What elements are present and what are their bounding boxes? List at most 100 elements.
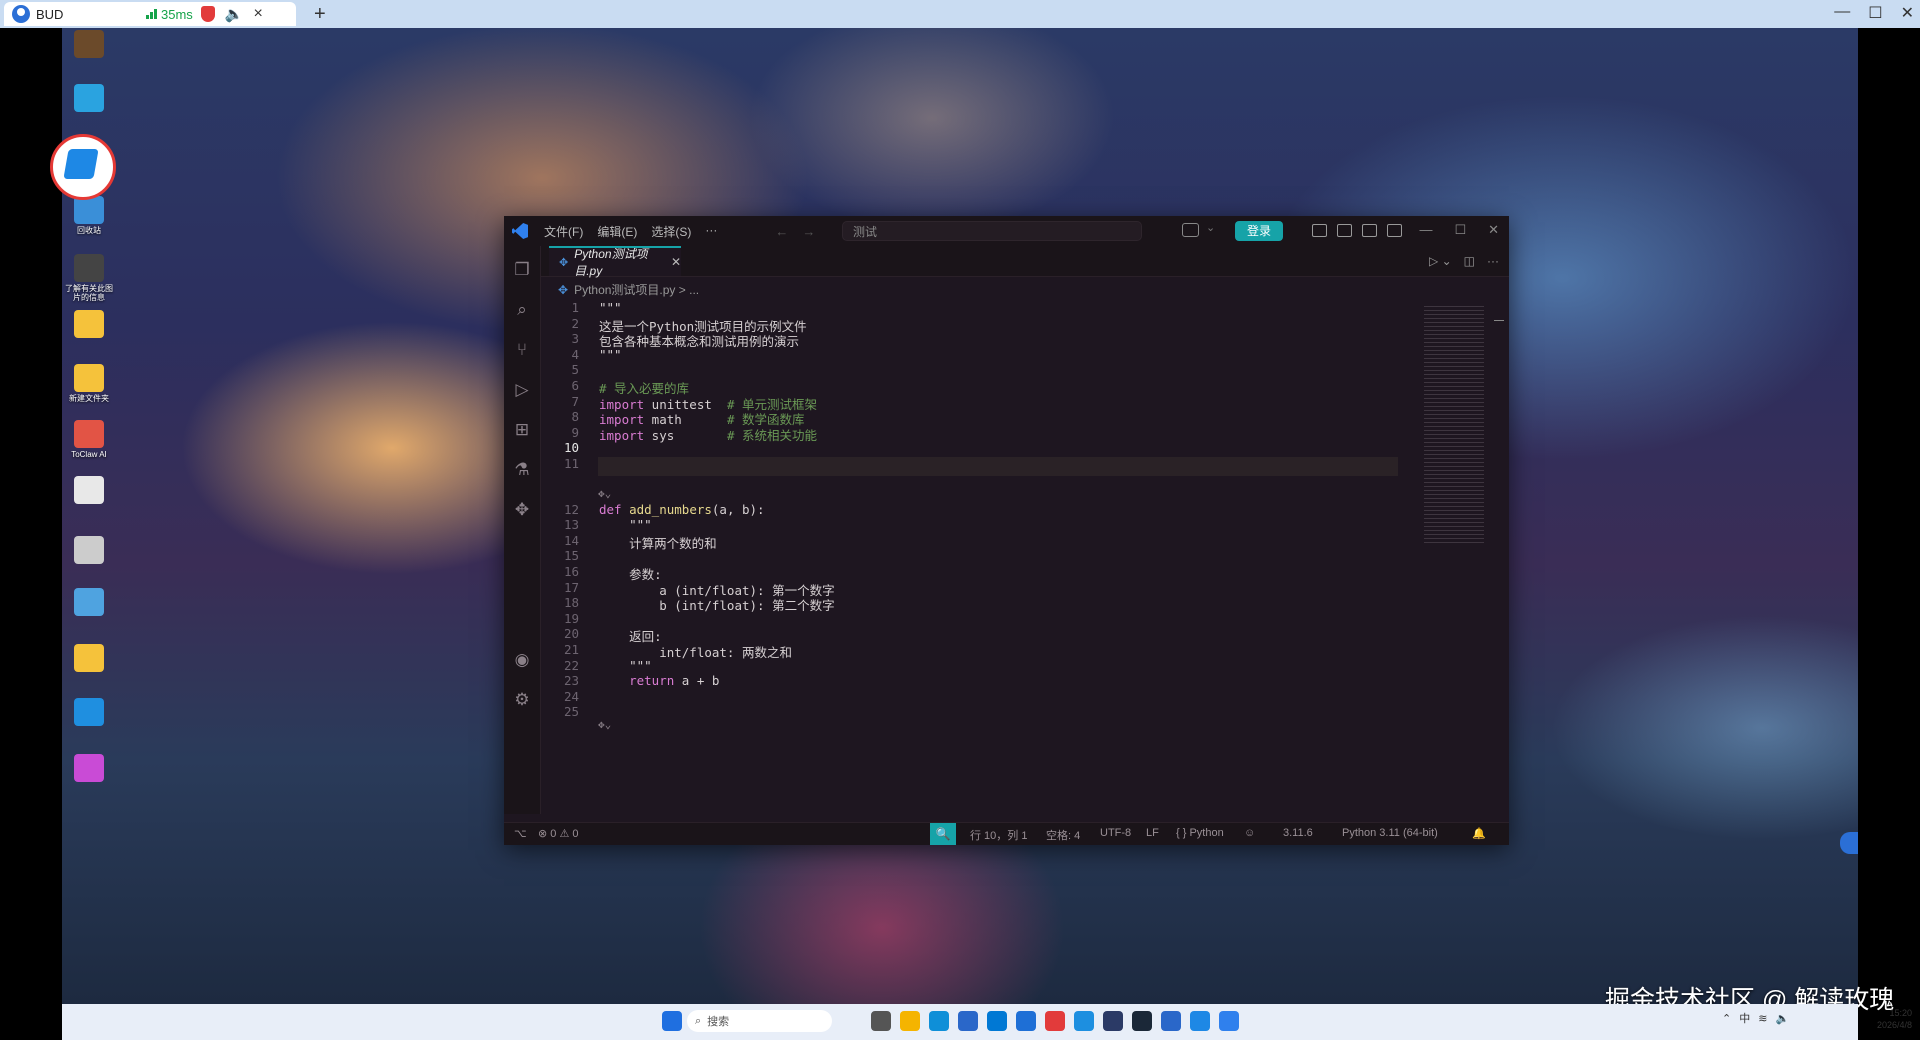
tray-chevron-icon[interactable]: ⌃ [1722, 1012, 1731, 1025]
taskbar-app-icon[interactable] [1016, 1011, 1036, 1031]
desktop-icon[interactable] [62, 536, 116, 564]
code-line[interactable]: 计算两个数的和 [599, 533, 717, 552]
desktop-icon[interactable]: 新建文件夹 [62, 364, 116, 403]
taskbar-app-icon[interactable] [1132, 1011, 1152, 1031]
zoom-icon[interactable]: 🔍 [930, 823, 956, 845]
taskbar-clock[interactable]: 15:20 2026/4/8 [1877, 1007, 1912, 1031]
remote-session-tab[interactable]: BUD 35ms 🔈 × [4, 2, 296, 26]
taskbar-app-icon[interactable] [871, 1011, 891, 1031]
taskbar-app-icon[interactable] [1161, 1011, 1181, 1031]
back-button[interactable]: ← [775, 224, 788, 239]
gutter-hint-icon[interactable]: ✥⌄ [598, 487, 611, 500]
desktop-icon[interactable] [62, 754, 116, 782]
taskbar-app-icon[interactable] [662, 1011, 682, 1031]
cursor-position[interactable]: 行 10，列 1 [970, 827, 1027, 843]
close-tab-button[interactable]: × [253, 5, 262, 23]
gutter-hint-icon[interactable]: ✥⌄ [598, 718, 611, 731]
maximize-button[interactable]: ☐ [1868, 3, 1882, 23]
desktop-icon[interactable] [62, 698, 116, 726]
testing-icon[interactable]: ⚗ [512, 460, 532, 480]
wifi-icon[interactable]: ≋ [1758, 1012, 1767, 1025]
vscode-maximize-button[interactable]: ☐ [1454, 222, 1466, 238]
extensions-icon[interactable]: ⊞ [512, 420, 532, 440]
menu-item[interactable]: ··· [705, 223, 717, 240]
problems-indicator[interactable]: ⊗ 0 ⚠ 0 [538, 827, 578, 840]
remote-indicator-icon[interactable]: ⌥ [514, 827, 527, 840]
python-icon[interactable]: ✥ [512, 500, 532, 520]
taskbar-app-icon[interactable] [1219, 1011, 1239, 1031]
code-editor[interactable]: ✥⌄ ✥⌄ 1 """ 2 这是一个Python测试项目的示例文件 3 包含各种基本概念和… [541, 300, 1398, 814]
close-icon[interactable]: ✕ [671, 255, 681, 269]
taskbar-app-icon[interactable] [900, 1011, 920, 1031]
volume-icon[interactable]: 🔈 [1775, 1012, 1789, 1025]
notifications-bell-icon[interactable]: 🔔 [1472, 827, 1486, 840]
taskbar-app-icon[interactable] [987, 1011, 1007, 1031]
settings-gear-icon[interactable]: ⚙ [512, 690, 532, 710]
toggle-panel-icon[interactable] [1362, 224, 1377, 237]
taskbar-app-icon[interactable] [958, 1011, 978, 1031]
indentation[interactable]: 空格: 4 [1046, 827, 1080, 843]
speaker-icon[interactable]: 🔈 [225, 5, 244, 23]
python-version[interactable]: 3.11.6 [1283, 827, 1313, 839]
run-button[interactable]: ▷ ⌄ [1429, 254, 1452, 268]
taskbar-app-icon[interactable] [1045, 1011, 1065, 1031]
split-editor-button[interactable]: ◫ [1464, 254, 1475, 268]
app-launcher-badge[interactable] [50, 134, 116, 200]
desktop-icon[interactable] [62, 644, 116, 672]
chat-icon[interactable] [1182, 223, 1199, 237]
encoding[interactable]: UTF-8 [1100, 827, 1131, 839]
explorer-icon[interactable]: ❐ [512, 260, 532, 280]
desktop-icon[interactable] [62, 310, 116, 338]
minimap[interactable] [1424, 306, 1484, 546]
code-line[interactable]: b (int/float): 第二个数字 [599, 595, 834, 614]
toggle-sidebar-icon[interactable] [1337, 224, 1352, 237]
vscode-close-button[interactable]: ✕ [1488, 222, 1499, 238]
close-button[interactable]: ✕ [1901, 3, 1914, 23]
vscode-minimize-button[interactable]: — [1419, 222, 1432, 238]
code-line[interactable]: """ [599, 658, 652, 673]
taskbar-app-icon[interactable] [1103, 1011, 1123, 1031]
search-icon[interactable]: ⌕ [512, 300, 532, 320]
source-control-icon[interactable]: ⑂ [512, 340, 532, 360]
menu-item[interactable]: 编辑(E) [597, 223, 637, 240]
desktop-icon[interactable]: 了解有关此图片的信息 [62, 254, 116, 302]
desktop-icon[interactable]: 回收站 [62, 196, 116, 235]
code-line[interactable]: """ [599, 347, 622, 362]
desktop-icon[interactable] [62, 588, 116, 616]
line-ending[interactable]: LF [1146, 827, 1159, 839]
desktop-icon[interactable] [62, 476, 116, 504]
menu-item[interactable]: 选择(S) [651, 223, 691, 240]
run-debug-icon[interactable]: ▷ [512, 380, 532, 400]
taskbar-app-icon[interactable] [1190, 1011, 1210, 1031]
ime-indicator[interactable]: 中 [1739, 1010, 1750, 1026]
taskbar-app-icon[interactable] [1074, 1011, 1094, 1031]
breadcrumb[interactable]: ✥ Python测试项目.py > ... [558, 281, 699, 298]
language-mode[interactable]: { } Python [1176, 827, 1224, 839]
more-actions-button[interactable]: ··· [1487, 254, 1499, 268]
forward-button[interactable]: → [802, 224, 815, 239]
desktop-icon[interactable]: ToClaw AI [62, 420, 116, 459]
login-button[interactable]: 登录 [1235, 221, 1283, 241]
taskbar-search[interactable]: ⌕ 搜索 [687, 1010, 832, 1032]
python-interpreter[interactable]: Python 3.11 (64-bit) [1342, 827, 1438, 839]
desktop-icon[interactable] [62, 84, 116, 112]
taskbar-app-icon[interactable] [929, 1011, 949, 1031]
shield-icon[interactable] [200, 6, 215, 22]
code-line[interactable]: 包含各种基本概念和测试用例的演示 [599, 331, 799, 350]
code-line[interactable]: """ [599, 300, 622, 315]
menu-item[interactable]: 文件(F) [544, 223, 583, 240]
toggle-secondary-sidebar-icon[interactable] [1387, 224, 1402, 237]
code-line[interactable]: return a + b [599, 673, 719, 688]
minimize-button[interactable]: — [1834, 3, 1850, 23]
command-center[interactable]: 测试 [842, 221, 1142, 241]
desktop-icon[interactable] [62, 30, 116, 58]
account-icon[interactable]: ◉ [512, 650, 532, 670]
sidebar-handle[interactable] [1840, 832, 1858, 854]
tab-python-file[interactable]: ✥ Python测试项目.py ✕ [549, 246, 681, 278]
customize-layout-icon[interactable] [1312, 224, 1327, 237]
code-line[interactable]: """ [599, 517, 652, 532]
new-tab-button[interactable]: + [314, 3, 326, 26]
code-line[interactable]: def add_numbers(a, b): [599, 502, 765, 517]
chevron-down-icon[interactable]: ⌄ [1206, 221, 1215, 234]
code-line[interactable]: import sys # 系统相关功能 [599, 425, 817, 444]
